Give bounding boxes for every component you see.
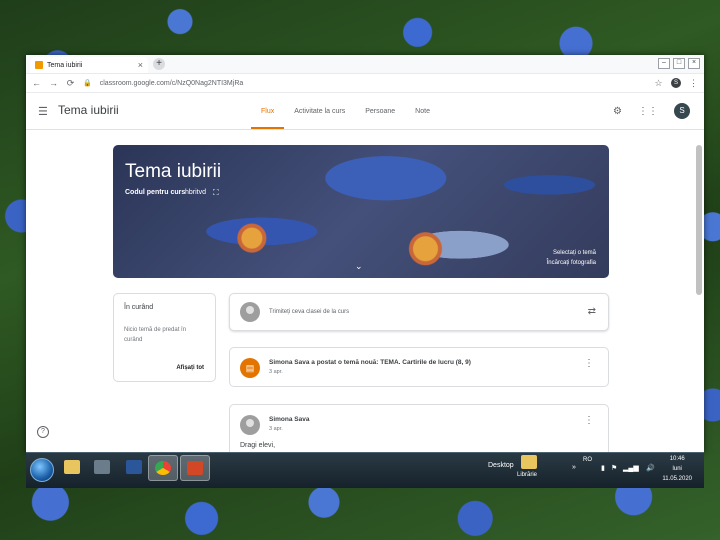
taskbar-media-player[interactable]: [88, 455, 116, 479]
close-tab-icon[interactable]: ×: [138, 60, 143, 70]
tab-flux[interactable]: Flux: [251, 93, 285, 129]
new-tab-button[interactable]: +: [153, 58, 165, 70]
classroom-favicon-icon: [35, 61, 43, 69]
browser-tab[interactable]: Tema iubirii ×: [30, 57, 148, 73]
close-window-button[interactable]: ×: [688, 58, 700, 69]
minimize-button[interactable]: –: [658, 58, 670, 69]
tab-people[interactable]: Persoane: [355, 93, 405, 129]
language-indicator[interactable]: RO: [583, 457, 592, 463]
taskbar-word[interactable]: [120, 455, 148, 479]
avatar: [240, 415, 260, 435]
browser-tab-title: Tema iubirii: [47, 61, 83, 69]
start-button[interactable]: [30, 458, 54, 482]
browser-window: Tema iubirii × + – □ × ← → ⟳ 🔒 classroom…: [26, 55, 704, 453]
share-placeholder[interactable]: Trimiteți ceva clasei de la curs: [269, 309, 349, 315]
classroom-tabs: Flux Activitate la curs Persoane Note: [251, 93, 440, 129]
stream-post[interactable]: Simona Sava 3 apr. ⋮ Dragi elevi,: [229, 404, 609, 453]
user-avatar[interactable]: S: [674, 103, 690, 119]
signal-bars-icon[interactable]: ▂▄▆: [623, 464, 639, 472]
view-all-link[interactable]: Afișați tot: [176, 365, 204, 371]
upcoming-card: În curând Nicio temă de predat în curând…: [113, 293, 216, 382]
media-player-icon: [94, 460, 110, 474]
chevron-down-icon[interactable]: ⌄: [355, 261, 363, 272]
clock-date: 11.05.2020: [662, 476, 692, 482]
class-banner: Tema iubirii Codul pentru curs hbritvd ⛶…: [113, 145, 609, 278]
window-controls: – □ ×: [658, 58, 700, 69]
more-options-icon[interactable]: ⋮: [584, 416, 594, 426]
banner-title: Tema iubirii: [125, 161, 222, 182]
class-code-label: Codul pentru curs: [125, 189, 186, 196]
browser-profile-avatar[interactable]: S: [671, 78, 681, 88]
help-icon[interactable]: ?: [37, 426, 49, 438]
clock-day: luni: [672, 466, 682, 472]
settings-gear-icon[interactable]: ⚙: [613, 106, 622, 117]
select-theme-link[interactable]: Selectați o temă Încărcați fotografia: [547, 248, 596, 268]
taskbar-powerpoint[interactable]: [180, 455, 210, 481]
taskbar-chrome[interactable]: [148, 455, 178, 481]
reload-icon[interactable]: ⟳: [66, 78, 75, 89]
word-icon: [126, 460, 142, 474]
post-date: 3 apr.: [269, 426, 283, 432]
bookmark-star-icon[interactable]: ☆: [654, 78, 663, 89]
forward-arrow-icon[interactable]: →: [49, 78, 58, 88]
fullscreen-icon[interactable]: ⛶: [213, 188, 219, 198]
scrollbar[interactable]: [696, 145, 702, 295]
stream-post[interactable]: ▤ Simona Sava a postat o temă nouă: TEMA…: [229, 347, 609, 387]
post-date: 3 apr.: [269, 369, 283, 375]
browser-menu-icon[interactable]: ⋮: [689, 78, 698, 89]
avatar: [240, 302, 260, 322]
post-title[interactable]: Simona Sava a postat o temă nouă: TEMA. …: [269, 359, 471, 366]
url-input[interactable]: classroom.google.com/c/NzQ0Nag2NTI3MjRa: [100, 80, 646, 87]
tab-grades[interactable]: Note: [405, 93, 440, 129]
class-title[interactable]: Tema iubirii: [58, 103, 119, 117]
assignment-icon: ▤: [240, 358, 260, 378]
windows-taskbar: Desktop Librărie RO » ▮ ⚑ ▂▄▆ 🔊 10:46 lu…: [26, 453, 704, 488]
lock-icon[interactable]: 🔒: [83, 79, 92, 87]
apps-grid-icon[interactable]: ⋮⋮: [638, 106, 658, 117]
share-box[interactable]: Trimiteți ceva clasei de la curs ⇄: [229, 293, 609, 331]
show-hidden-icons-icon[interactable]: »: [572, 464, 576, 471]
upload-photo-label: Încărcați fotografia: [546, 260, 596, 266]
select-theme-label: Selectați o temă: [552, 250, 596, 256]
header-actions: ⚙ ⋮⋮ S: [613, 103, 690, 119]
maximize-button[interactable]: □: [673, 58, 685, 69]
network-icon[interactable]: ▮: [601, 464, 605, 472]
clock-time: 10:46: [669, 456, 685, 462]
volume-icon[interactable]: 🔊: [646, 464, 655, 472]
libraries-label: Librărie: [517, 472, 538, 478]
post-body: Dragi elevi,: [240, 442, 276, 449]
class-code-value: hbritvd: [185, 189, 207, 196]
repost-icon[interactable]: ⇄: [588, 306, 596, 317]
tab-classwork[interactable]: Activitate la curs: [284, 93, 355, 129]
libraries-icon[interactable]: [521, 455, 537, 469]
powerpoint-icon: [187, 461, 203, 475]
flag-icon[interactable]: ⚑: [611, 464, 617, 472]
browser-titlebar: Tema iubirii × + – □ ×: [26, 55, 704, 74]
upcoming-title: În curând: [124, 304, 154, 311]
taskbar-file-explorer[interactable]: [58, 455, 86, 479]
address-bar: ← → ⟳ 🔒 classroom.google.com/c/NzQ0Nag2N…: [26, 74, 704, 93]
back-arrow-icon[interactable]: ←: [32, 78, 41, 88]
hamburger-menu-icon[interactable]: ☰: [38, 105, 48, 118]
post-author: Simona Sava: [269, 416, 310, 423]
folder-icon: [64, 460, 80, 474]
desktop-toolbar-label[interactable]: Desktop: [488, 462, 514, 469]
chrome-icon: [155, 461, 171, 475]
more-options-icon[interactable]: ⋮: [584, 359, 594, 369]
classroom-header: ☰ Tema iubirii Flux Activitate la curs P…: [26, 93, 704, 130]
upcoming-empty-text: Nicio temă de predat în curând: [124, 327, 187, 343]
system-clock[interactable]: 10:46 luni 11.05.2020: [662, 454, 692, 484]
